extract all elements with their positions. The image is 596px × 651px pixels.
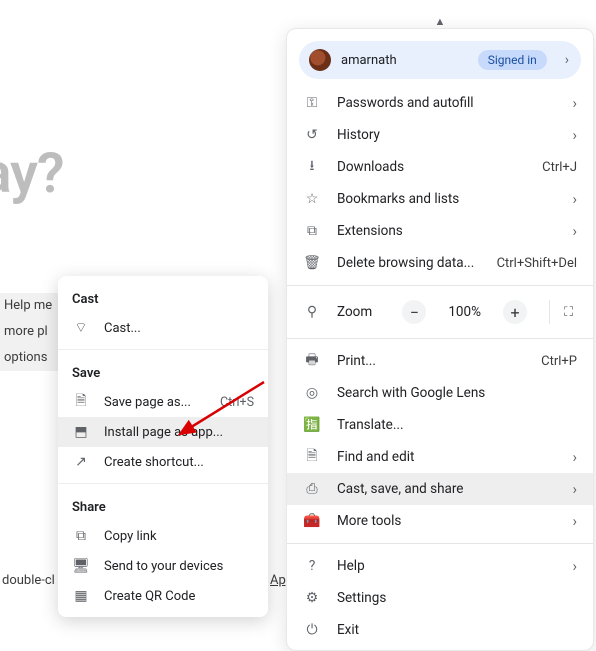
zoom-in-button[interactable]: + [503, 300, 527, 324]
submenu-head-share: Share [58, 490, 268, 521]
find-icon: 🗎 [303, 445, 321, 469]
submenu-send-devices[interactable]: 🖥 Send to your devices [58, 551, 268, 581]
shortcut-icon: ↗ [72, 454, 90, 470]
devices-icon: 🖥 [72, 558, 90, 574]
translate-icon: 🈯 [303, 417, 321, 433]
chevron-right-icon: › [572, 448, 577, 466]
chevron-right-icon: › [572, 480, 577, 498]
menu-zoom: ⚲ Zoom − 100% + ⛶ [287, 292, 593, 332]
zoom-value: 100% [442, 304, 487, 320]
exit-icon: ⏻ [303, 622, 321, 638]
menu-find-edit[interactable]: 🗎 Find and edit › [287, 441, 593, 473]
menu-delete-browsing[interactable]: 🗑 Delete browsing data... Ctrl+Shift+Del [287, 247, 593, 279]
link-icon: ⧉ [72, 528, 90, 544]
lens-icon: ◎ [303, 385, 321, 401]
menu-cast-save-share[interactable]: ⎙ Cast, save, and share › [287, 473, 593, 505]
chevron-right-icon: › [572, 222, 577, 240]
chevron-right-icon: › [572, 94, 577, 112]
key-icon: ⚿ [303, 95, 321, 111]
menu-extensions[interactable]: ⧉ Extensions › [287, 215, 593, 247]
install-icon: ⬒ [72, 424, 90, 440]
history-icon: ↺ [303, 127, 321, 143]
profile-name: amarnath [341, 53, 468, 68]
shortcut-label: Ctrl+Shift+Del [497, 256, 577, 271]
chevron-right-icon: › [572, 512, 577, 530]
menu-settings[interactable]: ⚙ Settings [287, 582, 593, 614]
star-icon: ☆ [303, 191, 321, 207]
separator [58, 483, 268, 484]
menu-help[interactable]: ? Help › [287, 550, 593, 582]
separator [287, 338, 593, 339]
zoom-icon: ⚲ [303, 304, 321, 320]
chrome-main-menu: ▲ amarnath Signed in › ⚿ Passwords and a… [286, 28, 594, 651]
page-hero-text: u today? [0, 140, 64, 206]
save-icon: 🗎 [72, 390, 90, 414]
menu-bookmarks[interactable]: ☆ Bookmarks and lists › [287, 183, 593, 215]
chevron-right-icon: › [572, 126, 577, 144]
gear-icon: ⚙ [303, 590, 321, 606]
cast-icon: ⎙ [303, 481, 321, 497]
puzzle-icon: ⧉ [303, 223, 321, 239]
submenu-copy-link[interactable]: ⧉ Copy link [58, 521, 268, 551]
chevron-right-icon: › [557, 52, 571, 68]
toolbox-icon: 🧰 [303, 513, 321, 529]
menu-print[interactable]: 🖶 Print... Ctrl+P [287, 345, 593, 377]
separator [287, 285, 593, 286]
chevron-right-icon: › [572, 190, 577, 208]
signed-in-badge: Signed in [478, 50, 547, 70]
menu-passwords[interactable]: ⚿ Passwords and autofill › [287, 87, 593, 119]
submenu-create-qr[interactable]: ▦ Create QR Code [58, 581, 268, 611]
menu-exit[interactable]: ⏻ Exit [287, 614, 593, 646]
avatar [309, 49, 331, 71]
bottom-hint: double-cl [0, 573, 55, 588]
menu-history[interactable]: ↺ History › [287, 119, 593, 151]
menu-downloads[interactable]: ⭳ Downloads Ctrl+J [287, 151, 593, 183]
cast-icon: ⌔ [72, 319, 90, 337]
submenu-head-save: Save [58, 356, 268, 387]
zoom-out-button[interactable]: − [402, 300, 426, 324]
menu-more-tools[interactable]: 🧰 More tools › [287, 505, 593, 537]
submenu-install-as-app[interactable]: ⬒ Install page as app... [58, 417, 268, 447]
chevron-right-icon: › [572, 557, 577, 575]
separator [58, 349, 268, 350]
submenu-save-page[interactable]: 🗎 Save page as... Ctrl+S [58, 387, 268, 417]
menu-caret-icon: ▲ [435, 15, 446, 28]
separator [287, 543, 593, 544]
print-icon: 🖶 [303, 349, 321, 373]
shortcut-label: Ctrl+J [542, 160, 577, 175]
qr-icon: ▦ [72, 588, 90, 604]
submenu-cast[interactable]: ⌔ Cast... [58, 313, 268, 343]
profile-row[interactable]: amarnath Signed in › [299, 41, 581, 79]
trash-icon: 🗑 [303, 255, 321, 271]
menu-google-lens[interactable]: ◎ Search with Google Lens [287, 377, 593, 409]
cast-save-share-submenu: Cast ⌔ Cast... Save 🗎 Save page as... Ct… [58, 276, 268, 617]
menu-translate[interactable]: 🈯 Translate... [287, 409, 593, 441]
submenu-head-cast: Cast [58, 282, 268, 313]
fullscreen-icon[interactable]: ⛶ [549, 300, 577, 324]
shortcut-label: Ctrl+P [541, 354, 577, 369]
download-icon: ⭳ [303, 155, 321, 179]
shortcut-label: Ctrl+S [220, 395, 254, 410]
submenu-create-shortcut[interactable]: ↗ Create shortcut... [58, 447, 268, 477]
help-icon: ? [303, 558, 321, 574]
